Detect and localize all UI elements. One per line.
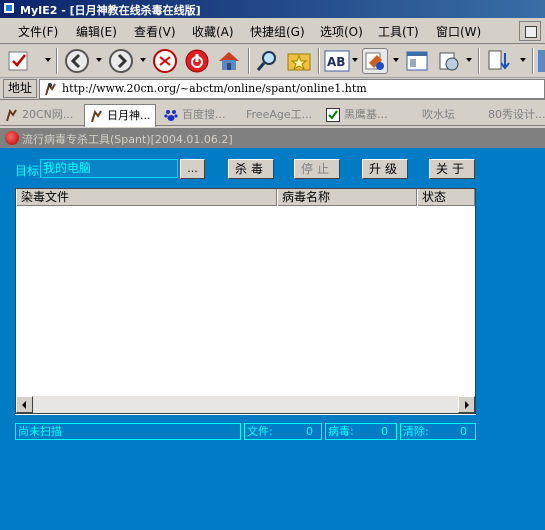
- chevron-down-icon[interactable]: [45, 58, 51, 62]
- page-icon: [43, 82, 57, 96]
- status-message: 尚未扫描: [15, 423, 241, 440]
- toolbar: AB: [0, 44, 545, 78]
- stop-icon[interactable]: [152, 48, 178, 74]
- cleaned-value: 0: [460, 425, 467, 438]
- tab-label: 日月神...: [107, 109, 151, 122]
- text-size-icon[interactable]: AB: [324, 48, 350, 74]
- proxy-icon[interactable]: [362, 48, 388, 74]
- search-icon[interactable]: [254, 48, 280, 74]
- virus-count: 病毒: 0: [325, 423, 397, 440]
- tab-riyueshen[interactable]: 日月神...: [84, 104, 156, 127]
- menu-view[interactable]: 查看(V): [134, 23, 176, 40]
- toolbar-separator: [318, 48, 320, 74]
- home-icon[interactable]: [216, 48, 242, 74]
- cleaned-label: 清除:: [403, 425, 429, 438]
- column-infected-file[interactable]: 染毒文件: [16, 189, 277, 206]
- kill-virus-button[interactable]: 杀毒: [228, 159, 274, 179]
- column-virus-name[interactable]: 病毒名称: [277, 189, 417, 206]
- menu-favorites[interactable]: 收藏(A): [192, 23, 234, 40]
- menu-edit[interactable]: 编辑(E): [76, 23, 117, 40]
- arrow-left-icon: [22, 401, 26, 409]
- toolbar-separator: [56, 48, 58, 74]
- tab-20cn[interactable]: 20CN网...: [4, 104, 73, 126]
- tab-label: 百度搜...: [182, 108, 226, 121]
- virus-label: 病毒:: [328, 425, 354, 438]
- menu-window[interactable]: 窗口(W): [436, 23, 481, 40]
- scroll-left-button[interactable]: [16, 396, 33, 413]
- scanner-title: 流行病毒专杀工具(Spant)[2004.01.06.2]: [22, 133, 233, 146]
- checkbox-icon: [326, 108, 340, 122]
- tab-heiying[interactable]: 黑鹰基...: [326, 104, 388, 126]
- list-header: 染毒文件 病毒名称 状态: [16, 189, 475, 206]
- upgrade-button[interactable]: 升级: [362, 159, 408, 179]
- target-label: 目标: [15, 164, 40, 178]
- column-status[interactable]: 状态: [417, 189, 475, 206]
- cleaned-count: 清除: 0: [400, 423, 476, 440]
- back-icon[interactable]: [64, 48, 90, 74]
- menu-options[interactable]: 选项(O): [320, 23, 363, 40]
- toolbar-separator: [478, 48, 480, 74]
- files-value: 0: [306, 425, 313, 438]
- address-label: 地址: [3, 79, 37, 98]
- check-icon[interactable]: [6, 48, 32, 74]
- chevron-down-icon[interactable]: [520, 58, 526, 62]
- tab-bar: 20CN网... 日月神... 百度搜... FreeAge工... 黑鹰基..…: [0, 102, 545, 127]
- address-bar: 地址 http://www.20cn.org/~abctm/online/spa…: [0, 78, 545, 100]
- view-icon[interactable]: [404, 48, 430, 74]
- page-icon: [4, 108, 18, 122]
- tab-80xiu[interactable]: 80秀设计...: [488, 104, 545, 126]
- svg-text:AB: AB: [327, 55, 345, 69]
- toolbar-separator: [248, 48, 250, 74]
- results-list[interactable]: 染毒文件 病毒名称 状态: [15, 188, 476, 414]
- tab-label: 吹水坛: [422, 108, 455, 121]
- address-url: http://www.20cn.org/~abctm/online/spant/…: [62, 82, 367, 95]
- menu-bar: 文件(F) 编辑(E) 查看(V) 收藏(A) 快捷组(G) 选项(O) 工具(…: [0, 18, 545, 44]
- menu-tools[interactable]: 工具(T): [378, 23, 419, 40]
- overflow-icon[interactable]: [538, 50, 545, 72]
- print-icon[interactable]: [436, 48, 462, 74]
- menu-groups[interactable]: 快捷组(G): [250, 23, 305, 40]
- files-count: 文件: 0: [244, 423, 322, 440]
- target-input[interactable]: 我的电脑: [40, 159, 178, 178]
- stop-button[interactable]: 停止: [294, 159, 340, 179]
- scroll-right-button[interactable]: [458, 396, 475, 413]
- tab-label: FreeAge工...: [246, 108, 313, 121]
- menu-file[interactable]: 文件(F): [18, 23, 58, 40]
- favorites-icon[interactable]: [286, 48, 312, 74]
- restore-window-button[interactable]: [519, 21, 541, 41]
- browse-button[interactable]: ...: [180, 159, 205, 179]
- scanner-titlebar: 流行病毒专杀工具(Spant)[2004.01.06.2]: [0, 128, 545, 148]
- refresh-icon[interactable]: [184, 48, 210, 74]
- tab-label: 黑鹰基...: [344, 108, 388, 121]
- record-icon: [5, 131, 19, 145]
- tab-chuishuitan[interactable]: 吹水坛: [422, 104, 455, 126]
- toolbar-separator: [532, 48, 534, 74]
- tab-label: 20CN网...: [22, 108, 74, 121]
- about-button[interactable]: 关于: [429, 159, 475, 179]
- chevron-down-icon[interactable]: [96, 58, 102, 62]
- files-label: 文件:: [247, 425, 273, 438]
- status-divider: [15, 414, 476, 415]
- arrow-right-icon: [465, 401, 469, 409]
- tab-freeage[interactable]: FreeAge工...: [246, 104, 312, 126]
- chevron-down-icon[interactable]: [140, 58, 146, 62]
- tab-label: 80秀设计...: [488, 108, 545, 121]
- page-icon: [89, 109, 103, 123]
- forward-icon[interactable]: [108, 48, 134, 74]
- window-title: MyIE2 - [日月神教在线杀毒在线版]: [20, 4, 201, 17]
- window-titlebar: MyIE2 - [日月神教在线杀毒在线版]: [0, 0, 545, 18]
- chevron-down-icon[interactable]: [466, 58, 472, 62]
- app-icon: [3, 2, 15, 14]
- horizontal-scrollbar[interactable]: [16, 396, 475, 413]
- baidu-paw-icon: [164, 108, 178, 122]
- chevron-down-icon[interactable]: [352, 58, 358, 62]
- scanner-panel: 目标 我的电脑 ... 杀毒 停止 升级 关于 染毒文件 病毒名称 状态 尚未扫…: [0, 148, 545, 530]
- tab-baidu[interactable]: 百度搜...: [164, 104, 226, 126]
- download-icon[interactable]: [486, 48, 512, 74]
- virus-value: 0: [381, 425, 388, 438]
- chevron-down-icon[interactable]: [393, 58, 399, 62]
- address-input[interactable]: http://www.20cn.org/~abctm/online/spant/…: [39, 79, 545, 99]
